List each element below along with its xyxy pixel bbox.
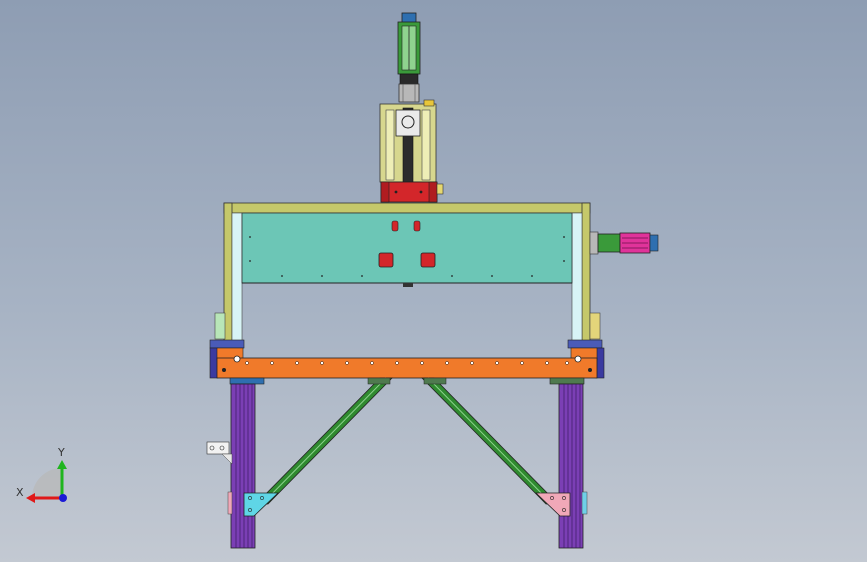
left-leg: [227, 377, 265, 549]
vertical-linear-module: [379, 99, 437, 183]
orange-crossbeam: [209, 339, 605, 379]
diagonal-braces: [255, 377, 559, 505]
teal-mount-panel: [241, 212, 573, 287]
z-axis-carriage-block: [380, 181, 444, 203]
right-gusset-plate: [535, 492, 571, 517]
cad-viewport[interactable]: X Y: [0, 0, 867, 562]
side-bracket: [206, 441, 233, 465]
triad-y-label: Y: [57, 446, 65, 459]
vertical-servo-motor: [397, 12, 421, 103]
right-leg: [549, 377, 588, 549]
triad-x-label: X: [16, 486, 24, 499]
orientation-triad: X Y: [16, 446, 67, 503]
side-servo-motor: [589, 231, 659, 255]
left-gusset-plate: [243, 492, 279, 517]
